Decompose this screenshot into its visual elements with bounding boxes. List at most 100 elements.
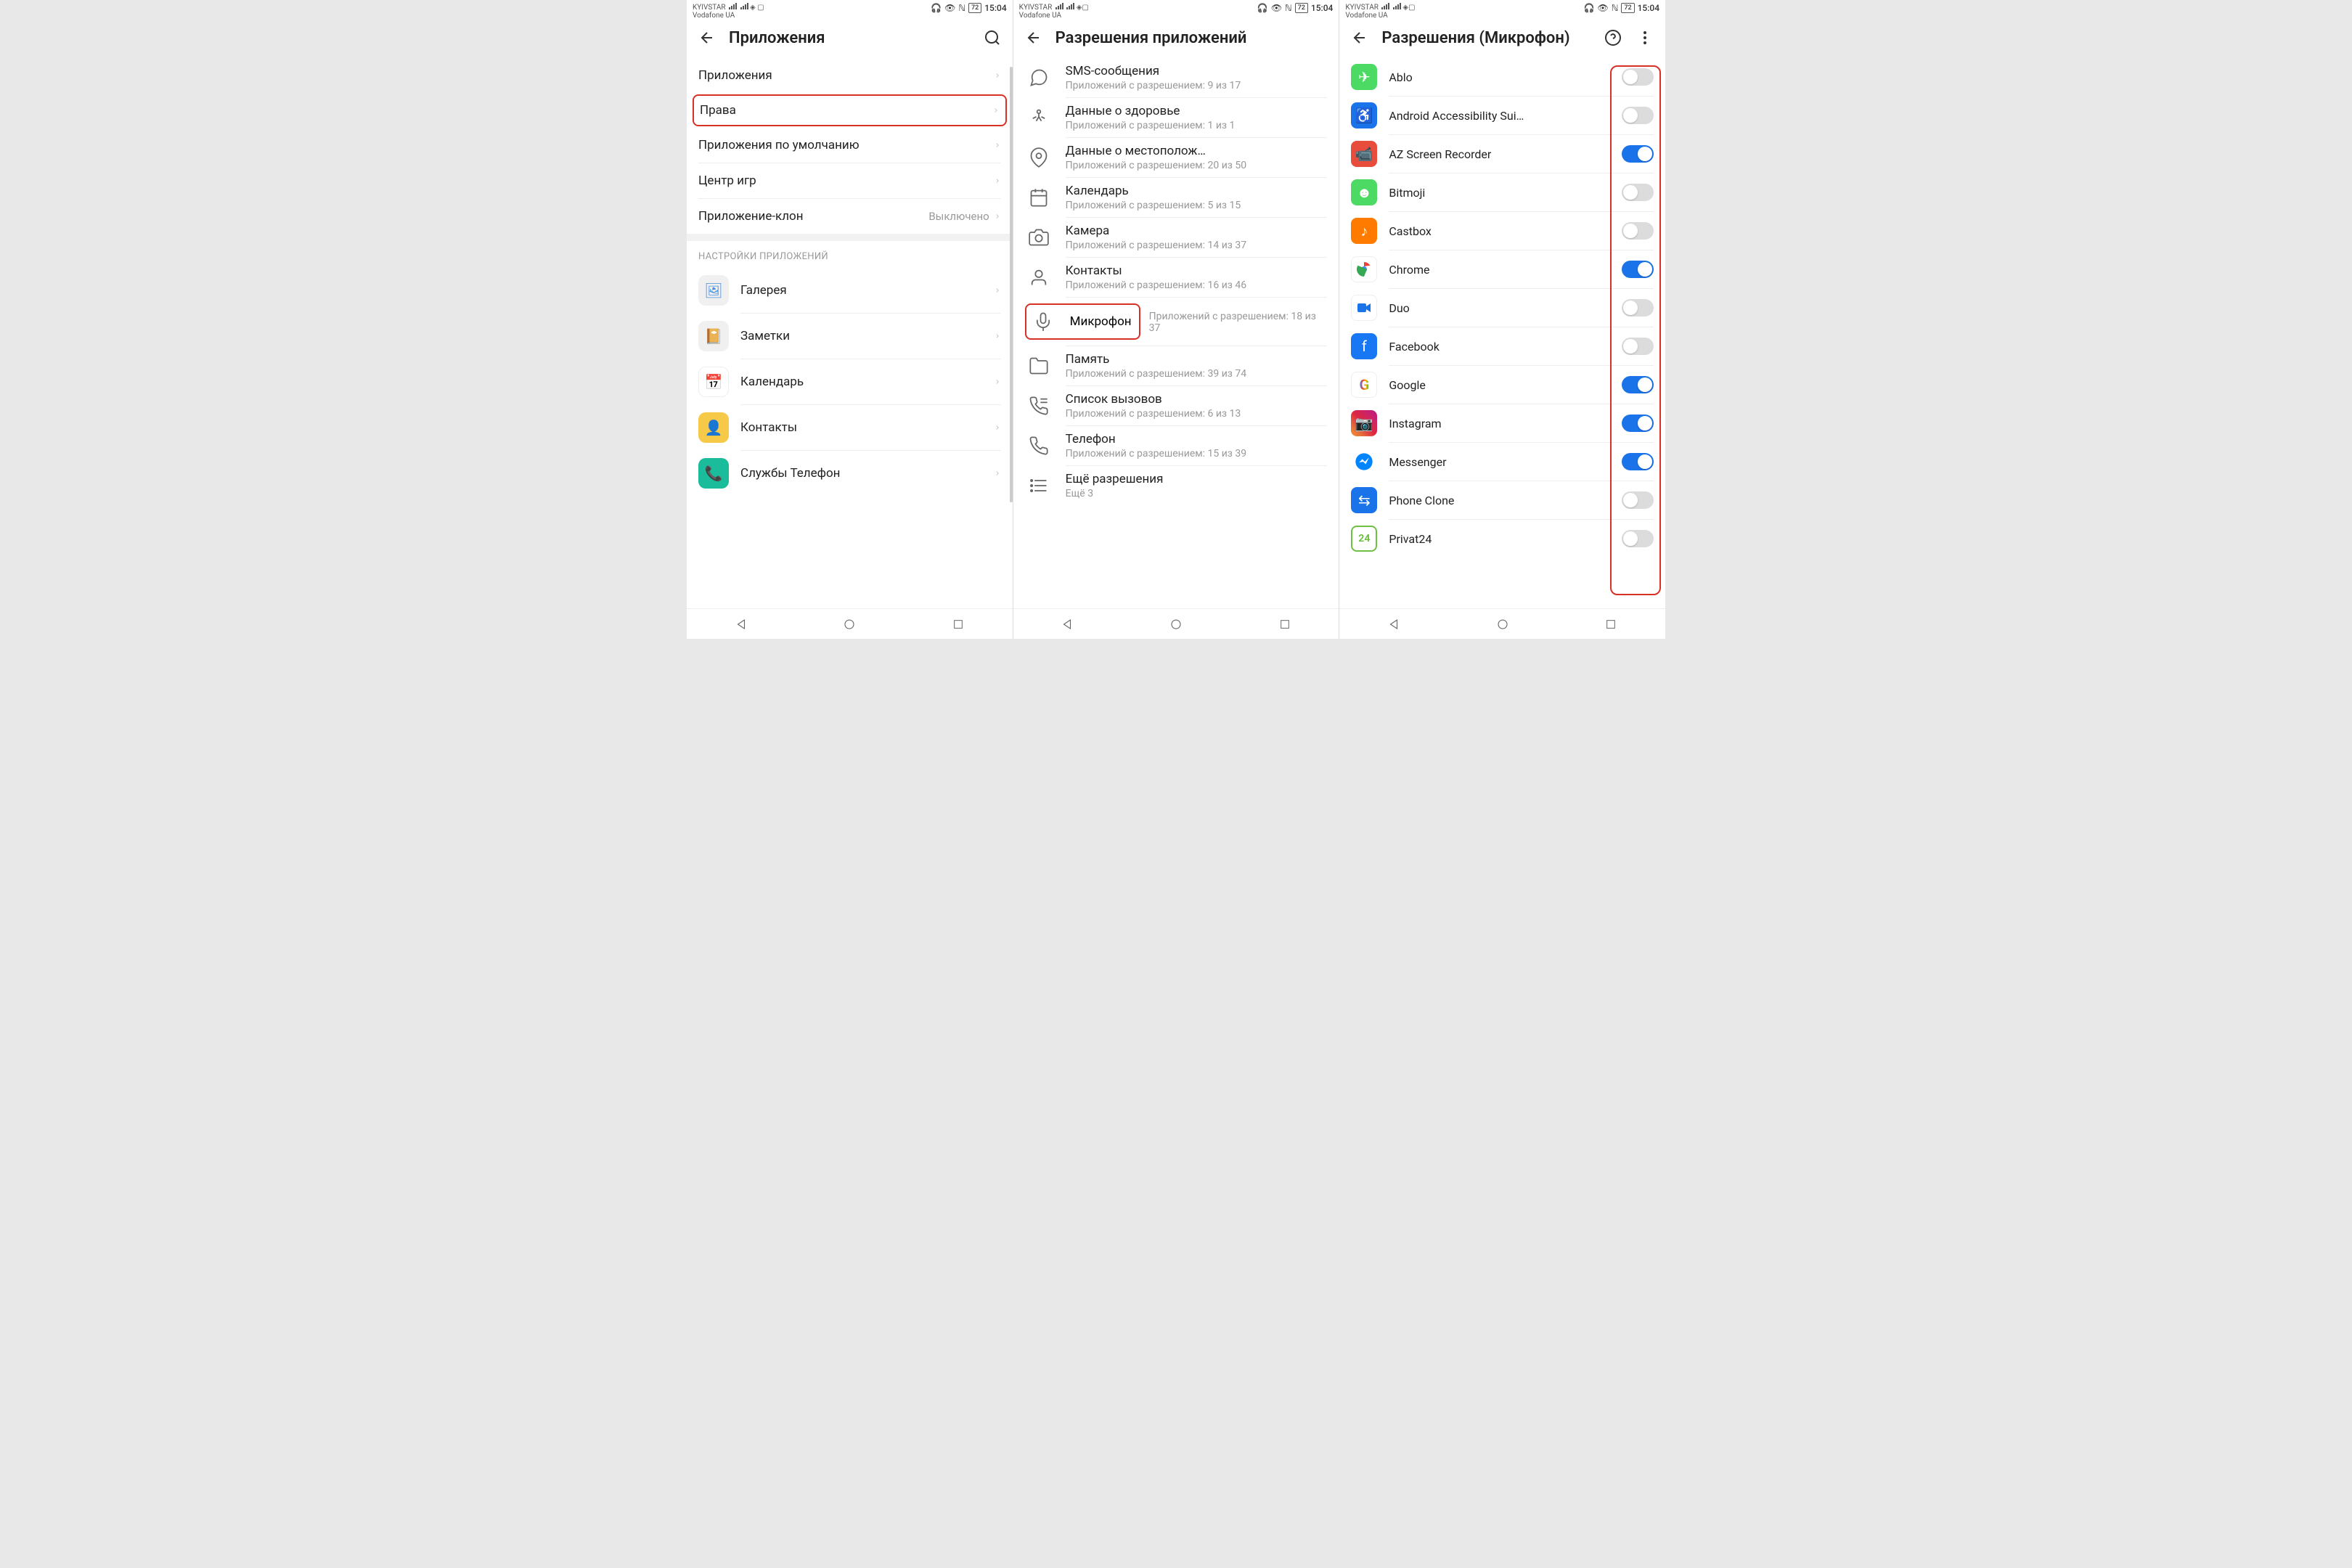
app-label: Календарь xyxy=(740,375,982,389)
app-label: Галерея xyxy=(740,283,982,298)
access-icon: ♿ xyxy=(1351,102,1377,128)
permission-toggle[interactable] xyxy=(1622,261,1654,278)
perm-sub: Приложений с разрешением: 5 из 15 xyxy=(1066,200,1328,211)
perm-row-sms[interactable]: SMS-сообщенияПриложений с разрешением: 9… xyxy=(1013,58,1339,97)
list-item[interactable]: Приложения по умолчанию xyxy=(687,128,1013,163)
permission-toggle[interactable] xyxy=(1622,453,1654,470)
app-label: AZ Screen Recorder xyxy=(1389,147,1610,161)
nav-back[interactable] xyxy=(1059,616,1075,632)
list-item[interactable]: Приложения xyxy=(687,58,1013,93)
list-item-label: Права xyxy=(700,103,736,118)
nav-back[interactable] xyxy=(733,616,749,632)
back-button[interactable] xyxy=(697,28,717,48)
bitmoji-icon: ☻ xyxy=(1351,179,1377,205)
perm-row-contacts[interactable]: КонтактыПриложений с разрешением: 16 из … xyxy=(1013,258,1339,297)
list-item[interactable]: Приложение-клон Выключено xyxy=(687,199,1013,234)
nav-back[interactable] xyxy=(1386,616,1402,632)
list-item-value: Выключено xyxy=(928,210,989,223)
permission-toggle[interactable] xyxy=(1622,338,1654,355)
permission-toggle[interactable] xyxy=(1622,530,1654,547)
app-toggle-row[interactable]: ⇆ Phone Clone xyxy=(1339,481,1665,519)
app-toggle-row[interactable]: Messenger xyxy=(1339,443,1665,481)
permission-toggle[interactable] xyxy=(1622,145,1654,163)
status-bar: KYIVSTAR ◈▢ Vodafone UA 🎧👁ℕ 72 15:04 xyxy=(1013,0,1339,20)
perm-sub: Приложений с разрешением: 18 из 37 xyxy=(1149,311,1328,334)
perm-row-phone[interactable]: ТелефонПриложений с разрешением: 15 из 3… xyxy=(1013,426,1339,465)
app-label: Службы Телефон xyxy=(740,466,982,481)
contacts-icon xyxy=(1025,264,1053,291)
section-label: НАСТРОЙКИ ПРИЛОЖЕНИЙ xyxy=(687,241,1013,268)
perm-label: Календарь xyxy=(1066,184,1328,198)
perm-row-calllog[interactable]: Список вызововПриложений с разрешением: … xyxy=(1013,386,1339,425)
nav-recent[interactable] xyxy=(1603,616,1619,632)
nav-home[interactable] xyxy=(841,616,857,632)
app-toggle-row[interactable]: f Facebook xyxy=(1339,327,1665,365)
app-toggle-row[interactable]: Duo xyxy=(1339,289,1665,327)
perm-sub: Ещё 3 xyxy=(1066,488,1328,499)
perm-sub: Приложений с разрешением: 39 из 74 xyxy=(1066,368,1328,380)
signal-icon xyxy=(729,3,737,9)
permission-toggle[interactable] xyxy=(1622,107,1654,124)
google-icon: G xyxy=(1351,372,1377,398)
screen-apps: KYIVSTAR ◈ ▢ Vodafone UA 🎧 👁 ℕ 72 15:04 … xyxy=(687,0,1013,639)
help-button[interactable] xyxy=(1603,28,1623,48)
list-item[interactable]: Центр игр xyxy=(687,163,1013,198)
app-row[interactable]: 👤Контакты xyxy=(687,405,1013,450)
app-toggle-row[interactable]: 24 Privat24 xyxy=(1339,520,1665,558)
app-toggle-row[interactable]: 📷 Instagram xyxy=(1339,404,1665,442)
nav-recent[interactable] xyxy=(1277,616,1293,632)
list-item-label: Приложение-клон xyxy=(698,209,804,224)
app-toggle-row[interactable]: 📹 AZ Screen Recorder xyxy=(1339,135,1665,173)
list-item-label: Приложения xyxy=(698,68,772,83)
perm-row-location[interactable]: Данные о местополож…Приложений с разреше… xyxy=(1013,138,1339,177)
nav-home[interactable] xyxy=(1168,616,1184,632)
notes-icon: 📔 xyxy=(698,321,729,351)
perm-label: SMS-сообщения xyxy=(1066,64,1328,78)
app-toggle-row[interactable]: ✈ Ablo xyxy=(1339,58,1665,96)
app-row[interactable]: 📞 Службы Телефон xyxy=(687,451,1013,496)
perm-sub: Приложений с разрешением: 15 из 39 xyxy=(1066,448,1328,460)
mic-icon xyxy=(1029,308,1057,335)
app-toggle-row[interactable]: Chrome xyxy=(1339,250,1665,288)
permission-toggle[interactable] xyxy=(1622,184,1654,201)
permission-toggle[interactable] xyxy=(1622,491,1654,509)
app-row[interactable]: 📅 Календарь xyxy=(687,359,1013,404)
permission-toggle[interactable] xyxy=(1622,376,1654,393)
cal-icon: 📅 xyxy=(698,367,729,397)
perm-sub: Приложений с разрешением: 16 из 46 xyxy=(1066,279,1328,291)
permission-toggle[interactable] xyxy=(1622,68,1654,86)
app-toggle-row[interactable]: ☻ Bitmoji xyxy=(1339,173,1665,211)
nav-recent[interactable] xyxy=(950,616,966,632)
app-toggle-row[interactable]: ♿ Android Accessibility Sui… xyxy=(1339,97,1665,134)
perm-sub: Приложений с разрешением: 6 из 13 xyxy=(1066,408,1328,420)
list-item[interactable]: Права xyxy=(693,94,1007,126)
back-button[interactable] xyxy=(1024,28,1044,48)
nav-bar xyxy=(1013,608,1339,639)
perm-row-calendar[interactable]: Календарь Приложений с разрешением: 5 из … xyxy=(1013,178,1339,217)
perm-row-storage[interactable]: ПамятьПриложений с разрешением: 39 из 74 xyxy=(1013,346,1339,385)
fb-icon: f xyxy=(1351,333,1377,359)
phone-icon: 📞 xyxy=(698,458,729,489)
headphones-icon: 🎧 xyxy=(931,3,942,13)
duo-icon xyxy=(1351,295,1377,321)
phone-icon xyxy=(1025,432,1053,460)
wifi-icon: ◈ xyxy=(750,4,756,12)
perm-row-mic[interactable]: Микрофон Приложений с разрешением: 18 из… xyxy=(1013,298,1339,346)
perm-row-more[interactable]: Ещё разрешенияЕщё 3 xyxy=(1013,466,1339,505)
permission-toggle[interactable] xyxy=(1622,299,1654,317)
app-label: Instagram xyxy=(1389,417,1610,430)
permission-toggle[interactable] xyxy=(1622,222,1654,240)
search-button[interactable] xyxy=(982,28,1003,48)
perm-row-camera[interactable]: КамераПриложений с разрешением: 14 из 37 xyxy=(1013,218,1339,257)
perm-label: Микрофон xyxy=(1070,314,1132,329)
page-title: Разрешения приложений xyxy=(1055,29,1329,47)
app-toggle-row[interactable]: ♪ Castbox xyxy=(1339,212,1665,250)
overflow-menu-button[interactable] xyxy=(1635,28,1655,48)
app-row[interactable]: 📔Заметки xyxy=(687,314,1013,359)
nav-home[interactable] xyxy=(1495,616,1511,632)
back-button[interactable] xyxy=(1349,28,1370,48)
perm-row-health[interactable]: Данные о здоровьеПриложений с разрешение… xyxy=(1013,98,1339,137)
app-row[interactable]: 🖼Галерея xyxy=(687,268,1013,313)
app-toggle-row[interactable]: G Google xyxy=(1339,366,1665,404)
permission-toggle[interactable] xyxy=(1622,415,1654,432)
